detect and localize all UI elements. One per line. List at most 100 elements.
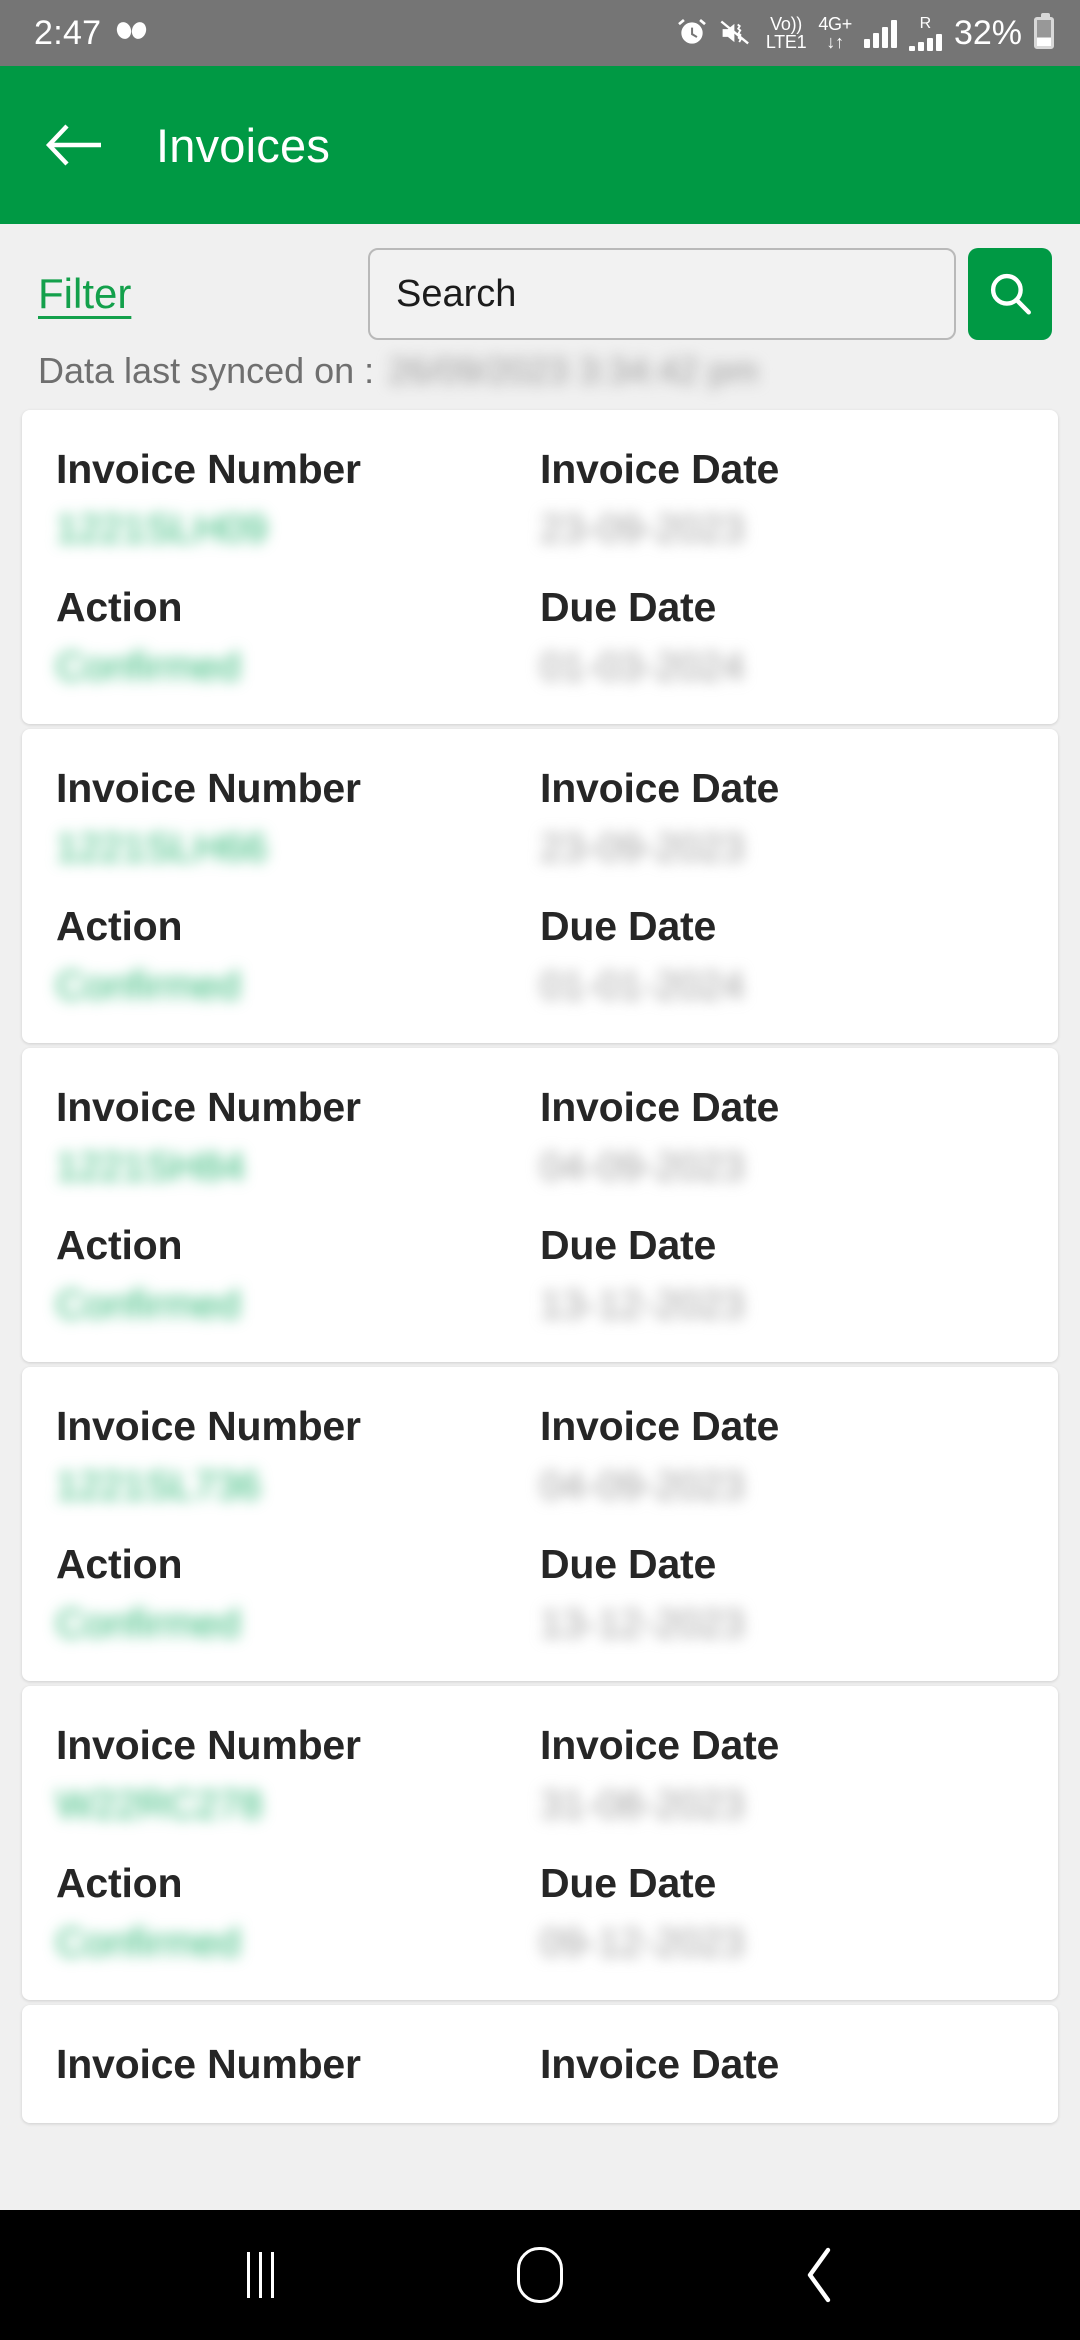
android-navigation-bar [0,2210,1080,2340]
invoice-number-value: 1221SL736 [56,1464,261,1508]
invoice-card-row-secondary: Action Confirmed Due Date 13-12-2023 [22,1541,1058,1647]
search-input[interactable] [396,272,928,316]
invoice-card-row-secondary: Action Confirmed Due Date 09-12-2023 [22,1860,1058,1966]
roaming-bars-icon [908,33,942,51]
battery-icon [1034,13,1054,49]
invoice-card[interactable]: Invoice Number Invoice Date [22,2005,1058,2123]
nav-back-icon[interactable] [760,2215,880,2335]
search-input-wrapper[interactable] [368,248,956,340]
roaming-signal-icon: R [908,15,942,51]
due-date-cell: Due Date 01-03-2024 [540,584,1024,690]
status-bar-left: 2:47 [34,14,149,53]
clover-icon [115,18,149,48]
app-bar: Invoices [0,66,1080,224]
status-bar-right: Vo)) LTE1 4G+ ↓↑ R 32% [676,13,1054,53]
due-date-cell: Due Date 01-01-2024 [540,903,1024,1009]
phone-screen: 2:47 Vo)) LTE1 4G+ ↓↑ R 32% Invoices Fil… [0,0,1080,2340]
sync-timestamp: 26/09/2023 3:34:42 pm [388,350,759,391]
invoice-number-cell: Invoice Number 1221SL736 [56,1403,540,1509]
action-cell: Action Confirmed [56,584,540,690]
invoice-number-cell: Invoice Number 1221SLH66 [56,765,540,871]
invoice-card-row-primary: Invoice Number W22RC278 Invoice Date 31-08-… [22,1722,1058,1828]
invoice-date-label: Invoice Date [540,765,780,811]
action-label: Action [56,1860,183,1906]
search-icon [990,273,1031,315]
invoice-date-label: Invoice Date [540,1722,780,1768]
invoice-date-label: Invoice Date [540,1084,780,1130]
invoice-card[interactable]: Invoice Number 1221SLH66 Invoice Date 23-09… [22,729,1058,1043]
invoice-number-cell: Invoice Number 1221SLH09 [56,446,540,552]
due-date-cell: Due Date 09-12-2023 [540,1860,1024,1966]
due-date-cell: Due Date 13-12-2023 [540,1222,1024,1328]
invoice-list[interactable]: Invoice Number 1221SLH09 Invoice Date 23-09… [0,392,1080,2210]
invoice-card-row-secondary: Action Confirmed Due Date 13-12-2023 [22,1222,1058,1328]
invoice-card[interactable]: Invoice Number W22RC278 Invoice Date 31-08-… [22,1686,1058,2000]
invoice-date-value: 04-09-2023 [540,1145,745,1189]
invoice-date-label: Invoice Date [540,2041,780,2087]
signal-bars-icon [863,18,897,48]
due-date-label: Due Date [540,1541,717,1587]
invoice-number-value: 1221SH84 [56,1145,246,1189]
action-cell: Action Confirmed [56,1860,540,1966]
action-label: Action [56,1541,183,1587]
invoice-card-row-primary: Invoice Number 1221SLH66 Invoice Date 23-09… [22,765,1058,871]
invoice-number-value: W22RC278 [56,1783,263,1827]
invoice-card-row-secondary: Action Confirmed Due Date 01-01-2024 [22,903,1058,1009]
invoice-number-label: Invoice Number [56,765,361,811]
due-date-value: 01-03-2024 [540,645,745,689]
due-date-value: 09-12-2023 [540,1921,745,1965]
invoice-number-cell: Invoice Number 1221SH84 [56,1084,540,1190]
filter-search-toolbar: Filter [0,224,1080,340]
invoice-number-value: 1221SLH09 [56,507,268,551]
invoice-card[interactable]: Invoice Number 1221SL736 Invoice Date 04-09… [22,1367,1058,1681]
invoice-card-row-secondary: Action Confirmed Due Date 01-03-2024 [22,584,1058,690]
due-date-value: 01-01-2024 [540,964,745,1008]
invoice-card-row-primary: Invoice Number 1221SLH09 Invoice Date 23-09… [22,446,1058,552]
invoice-date-cell: Invoice Date 04-09-2023 [540,1084,1024,1190]
action-value[interactable]: Confirmed [56,645,540,690]
invoice-date-cell: Invoice Date 23-09-2023 [540,446,1024,552]
invoice-number-cell: Invoice Number [56,2041,540,2088]
invoice-card[interactable]: Invoice Number 1221SH84 Invoice Date 04-09-… [22,1048,1058,1362]
action-label: Action [56,1222,183,1268]
action-cell: Action Confirmed [56,1222,540,1328]
status-bar: 2:47 Vo)) LTE1 4G+ ↓↑ R 32% [0,0,1080,66]
sync-label: Data last synced on : [38,350,375,391]
due-date-label: Due Date [540,1222,717,1268]
action-value[interactable]: Confirmed [56,1921,540,1966]
invoice-card[interactable]: Invoice Number 1221SLH09 Invoice Date 23-09… [22,410,1058,724]
invoice-date-cell: Invoice Date 04-09-2023 [540,1403,1024,1509]
recents-icon[interactable] [200,2215,320,2335]
invoice-date-cell: Invoice Date [540,2041,1024,2088]
due-date-cell: Due Date 13-12-2023 [540,1541,1024,1647]
invoice-date-label: Invoice Date [540,1403,780,1449]
page-title: Invoices [156,118,331,172]
action-cell: Action Confirmed [56,1541,540,1647]
invoice-number-label: Invoice Number [56,1722,361,1768]
invoice-number-label: Invoice Number [56,446,361,492]
search-button[interactable] [968,248,1052,340]
invoice-number-cell: Invoice Number W22RC278 [56,1722,540,1828]
due-date-label: Due Date [540,1860,717,1906]
due-date-value: 13-12-2023 [540,1602,745,1646]
invoice-date-value: 23-09-2023 [540,507,745,551]
invoice-date-cell: Invoice Date 31-08-2023 [540,1722,1024,1828]
mute-vibrate-icon [720,20,749,45]
invoice-date-label: Invoice Date [540,446,780,492]
due-date-value: 13-12-2023 [540,1283,745,1327]
invoice-number-value: 1221SLH66 [56,826,268,870]
action-value[interactable]: Confirmed [56,1283,540,1328]
home-icon[interactable] [480,2215,600,2335]
action-value[interactable]: Confirmed [56,1602,540,1647]
invoice-number-label: Invoice Number [56,2041,361,2087]
invoice-number-label: Invoice Number [56,1084,361,1130]
action-value[interactable]: Confirmed [56,964,540,1009]
due-date-label: Due Date [540,584,717,630]
filter-link[interactable]: Filter [28,270,131,318]
invoice-date-value: 23-09-2023 [540,826,745,870]
back-arrow-icon[interactable] [40,110,110,180]
action-label: Action [56,903,183,949]
network-4g-plus-icon: 4G+ ↓↑ [818,14,852,52]
sync-status-row: Data last synced on : 26/09/2023 3:34:42… [0,340,1080,392]
action-label: Action [56,584,183,630]
